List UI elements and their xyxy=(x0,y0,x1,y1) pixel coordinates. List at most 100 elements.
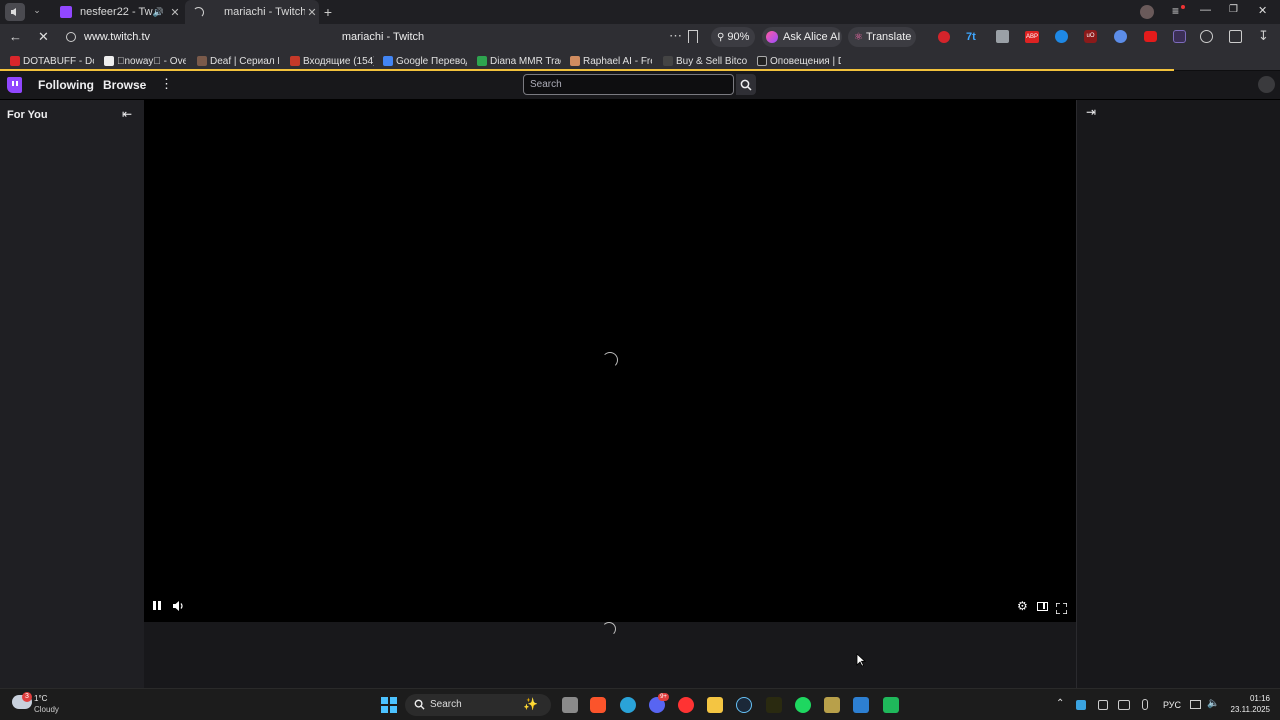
bookmark-item[interactable]: Deaf | Сериал Под xyxy=(197,54,279,68)
youtube-extension-icon[interactable] xyxy=(1144,31,1157,42)
collapse-sidebar-icon[interactable]: ⇤ xyxy=(122,107,132,121)
tab-title: nesfeer22 - Twitch xyxy=(80,6,153,18)
windows-start-icon[interactable] xyxy=(381,697,397,713)
expand-chat-icon[interactable]: ⇥ xyxy=(1086,105,1096,119)
back-arrow-icon[interactable]: ← xyxy=(9,30,22,44)
bookmark-label: Входящие (154) - xyxy=(303,55,374,67)
translate-button[interactable]: ⚛ Translate xyxy=(848,27,916,47)
tray-app-icon[interactable] xyxy=(1076,700,1086,710)
close-tab-icon[interactable]: ✕ xyxy=(168,6,182,19)
tab-title: mariachi - Twitch xyxy=(224,6,305,18)
language-indicator[interactable]: РУС xyxy=(1163,700,1181,710)
donationalerts-icon xyxy=(757,56,767,66)
telegram-icon[interactable] xyxy=(620,697,636,713)
minimize-icon[interactable]: — xyxy=(1200,4,1212,18)
ublock-origin-icon[interactable]: uO xyxy=(1084,30,1097,43)
new-tab-plus-icon[interactable]: + xyxy=(320,4,336,20)
search-placeholder: Search xyxy=(530,79,562,90)
zoom-magnifier-icon: ⚲ xyxy=(717,31,725,43)
loading-spinner-icon xyxy=(193,6,204,18)
nav-following-link[interactable]: Following xyxy=(38,78,94,92)
settings-gear-icon[interactable]: ⚙ xyxy=(1017,600,1028,612)
file-explorer-icon[interactable] xyxy=(707,697,723,713)
bookmark-item[interactable]:  noway  - Overw xyxy=(104,54,186,68)
extension-gray-icon[interactable] xyxy=(996,30,1009,43)
extension-purple-icon[interactable] xyxy=(1173,30,1186,43)
tab-mariachi[interactable]: mariachi - Twitch ✕ xyxy=(185,0,319,24)
search-button[interactable] xyxy=(736,74,756,95)
translate-label: Translate xyxy=(865,31,912,43)
volume-icon[interactable]: 🔈 xyxy=(1207,698,1219,709)
address-bar: ← ✕ www.twitch.tv mariachi - Twitch ⋯ ⚲ … xyxy=(0,24,1280,52)
stop-loading-icon[interactable]: ✕ xyxy=(38,30,49,44)
nav-browse-link[interactable]: Browse xyxy=(103,78,146,92)
brave-icon[interactable] xyxy=(590,697,606,713)
clock-time[interactable]: 01:16 xyxy=(1226,694,1270,703)
tray-keyboard-icon[interactable] xyxy=(1098,700,1108,710)
app-green-icon[interactable] xyxy=(883,697,899,713)
ask-alice-button[interactable]: Ask Alice AI xyxy=(762,27,842,47)
volume-icon[interactable] xyxy=(172,599,184,617)
fullscreen-icon[interactable] xyxy=(1055,601,1068,615)
bookmark-icon[interactable] xyxy=(688,30,698,43)
tab-list-chevron-icon[interactable]: ⌄ xyxy=(30,5,44,19)
more-options-icon[interactable]: ⋯ xyxy=(669,28,682,44)
bookmark-item[interactable]: Diana MMR Tracke xyxy=(477,54,561,68)
extension-search-icon[interactable] xyxy=(1114,30,1127,43)
spotify-icon[interactable] xyxy=(795,697,811,713)
video-player[interactable]: ⚙ xyxy=(144,100,1076,622)
microphone-icon[interactable] xyxy=(1142,699,1148,710)
collections-icon[interactable] xyxy=(1229,30,1242,43)
search-icon xyxy=(740,79,752,91)
loading-spinner-icon xyxy=(602,622,616,636)
steam-icon[interactable] xyxy=(736,697,752,713)
bookmark-item[interactable]: Buy & Sell Bitcoin, xyxy=(663,54,747,68)
twitch-logo-icon[interactable] xyxy=(7,77,22,93)
downloads-icon[interactable]: ↧ xyxy=(1258,28,1269,44)
extension-translator-icon[interactable]: 7t xyxy=(966,31,980,43)
page-title-text: mariachi - Twitch xyxy=(341,31,425,43)
pause-icon[interactable] xyxy=(153,601,163,611)
user-avatar[interactable] xyxy=(1258,76,1275,93)
restore-icon[interactable]: ❐ xyxy=(1229,4,1241,18)
extension-blue-icon[interactable] xyxy=(1055,30,1068,43)
site-info-icon[interactable] xyxy=(66,32,76,42)
zoom-button[interactable]: ⚲ 90% xyxy=(711,27,755,47)
speaker-icon[interactable]: 🔊 xyxy=(153,7,164,18)
bookmark-label: Buy & Sell Bitcoin, xyxy=(676,55,747,67)
tray-overflow-chevron-icon[interactable]: ⌃ xyxy=(1056,698,1064,709)
taskbar-search-box[interactable]: Search ✨ xyxy=(405,694,551,716)
close-tab-icon[interactable]: ✕ xyxy=(305,6,319,19)
discord-badge: 9+ xyxy=(658,693,669,701)
clock-date[interactable]: 23.11.2025 xyxy=(1222,705,1270,714)
gmail-icon xyxy=(290,56,300,66)
more-vertical-icon[interactable]: ⋮ xyxy=(160,76,173,92)
ask-alice-label: Ask Alice AI xyxy=(783,31,841,43)
theatre-mode-icon[interactable] xyxy=(1037,602,1048,611)
photos-icon[interactable] xyxy=(853,697,869,713)
network-off-icon[interactable] xyxy=(1118,700,1130,710)
bookmark-item[interactable]: DOTABUFF - Dota xyxy=(10,54,94,68)
bookmark-item[interactable]: Оповещения | Do xyxy=(757,54,841,68)
tab-nesfeer22[interactable]: nesfeer22 - Twitch 🔊 ✕ xyxy=(52,0,182,24)
adblock-plus-icon[interactable]: ABP xyxy=(1025,31,1039,43)
task-view-icon[interactable] xyxy=(562,697,578,713)
dotabuff-icon xyxy=(10,56,20,66)
profile-avatar-icon[interactable] xyxy=(1140,5,1154,19)
twitch-search-input[interactable]: Search xyxy=(523,74,734,95)
bookmark-item[interactable]: Google Переводч xyxy=(383,54,467,68)
alice-logo-icon xyxy=(766,31,778,43)
bookmark-item[interactable]: Входящие (154) - xyxy=(290,54,374,68)
close-window-icon[interactable]: ✕ xyxy=(1258,4,1270,18)
left-sidebar: For You ⇤ xyxy=(0,100,144,688)
app-sun-icon[interactable] xyxy=(766,697,782,713)
browser-menu-icon[interactable] xyxy=(5,3,25,21)
media-control-icon[interactable] xyxy=(1200,30,1213,43)
url-text[interactable]: www.twitch.tv xyxy=(84,31,150,43)
yandex-browser-icon[interactable] xyxy=(678,697,694,713)
bookmark-item[interactable]: Raphael AI - Free xyxy=(570,54,652,68)
bookmark-label: Raphael AI - Free xyxy=(583,55,652,67)
extension-red-icon[interactable] xyxy=(938,31,950,43)
app-brush-icon[interactable] xyxy=(824,697,840,713)
display-icon[interactable] xyxy=(1190,700,1201,709)
